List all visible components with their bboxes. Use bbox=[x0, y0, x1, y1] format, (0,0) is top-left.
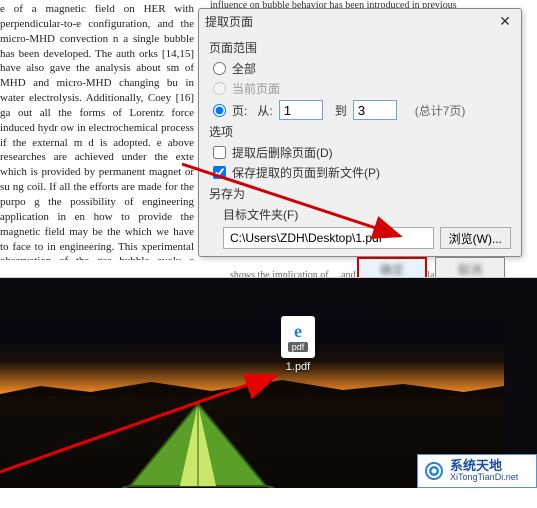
to-label: 到 bbox=[335, 102, 347, 119]
page-range-inputs: 从: 到 (总计7页) bbox=[257, 100, 465, 120]
radio-all-label: 全部 bbox=[232, 60, 256, 77]
radio-current-input bbox=[213, 82, 226, 95]
checkbox-save-input[interactable] bbox=[213, 166, 226, 179]
cancel-button-label: 取消 bbox=[458, 263, 482, 277]
watermark-url: XiTongTianDi.net bbox=[450, 473, 518, 483]
watermark-name: 系统天地 bbox=[450, 459, 518, 473]
dialog-titlebar: 提取页面 ✕ bbox=[199, 9, 521, 33]
checkbox-delete-label: 提取后删除页面(D) bbox=[232, 144, 333, 161]
page-range-label: 页面范围 bbox=[209, 39, 511, 56]
target-folder-label: 目标文件夹(F) bbox=[223, 206, 511, 223]
radio-page-range[interactable]: 页: 从: 到 (总计7页) bbox=[213, 100, 511, 120]
file-label: 1.pdf bbox=[276, 361, 320, 373]
dialog-body: 页面范围 全部 当前页面 页: 从: 到 (总计7页) 选项 bbox=[199, 33, 521, 278]
extract-pages-dialog: 提取页面 ✕ 页面范围 全部 当前页面 页: 从: 到 (总计 bbox=[198, 8, 522, 257]
watermark-badge: 系统天地 XiTongTianDi.net bbox=[417, 454, 537, 488]
total-pages-label: (总计7页) bbox=[415, 102, 466, 119]
radio-all-pages[interactable]: 全部 bbox=[213, 60, 511, 77]
radio-all-input[interactable] bbox=[213, 62, 226, 75]
checkbox-delete-input[interactable] bbox=[213, 146, 226, 159]
dialog-over-pdf-screenshot: e of a magnetic field on HER with perpen… bbox=[0, 0, 537, 278]
desktop-screenshot: e pdf 1.pdf 系统天地 XiTongTianDi.net bbox=[0, 278, 537, 488]
to-page-input[interactable] bbox=[353, 100, 397, 120]
pdf-file-icon[interactable]: e pdf 1.pdf bbox=[276, 316, 320, 373]
radio-page-input[interactable] bbox=[213, 104, 226, 117]
pdf-paragraph: e of a magnetic field on HER with perpen… bbox=[0, 3, 194, 260]
edge-e-icon: e bbox=[294, 322, 302, 340]
pdf-badge: pdf bbox=[288, 342, 309, 352]
watermark-logo-icon bbox=[424, 461, 444, 481]
watermark-text: 系统天地 XiTongTianDi.net bbox=[450, 459, 518, 483]
radio-current-page: 当前页面 bbox=[213, 80, 511, 97]
file-icon-tile: e pdf bbox=[281, 316, 315, 358]
ok-button-label: 确定 bbox=[380, 263, 404, 277]
path-row: 浏览(W)... bbox=[223, 227, 511, 249]
tent-illustration bbox=[120, 398, 276, 488]
dialog-title: 提取页面 bbox=[205, 13, 253, 30]
save-as-group: 另存为 目标文件夹(F) 浏览(W)... bbox=[209, 185, 511, 249]
from-label: 从: bbox=[257, 102, 272, 119]
ok-button[interactable]: 确定 bbox=[357, 257, 427, 278]
checkbox-delete-after[interactable]: 提取后删除页面(D) bbox=[213, 144, 511, 161]
radio-page-label: 页: bbox=[232, 102, 247, 119]
browse-button[interactable]: 浏览(W)... bbox=[440, 227, 511, 249]
save-as-label: 另存为 bbox=[209, 185, 511, 202]
from-page-input[interactable] bbox=[279, 100, 323, 120]
checkbox-save-newfile[interactable]: 保存提取的页面到新文件(P) bbox=[213, 164, 511, 181]
target-path-input[interactable] bbox=[223, 227, 434, 249]
close-icon[interactable]: ✕ bbox=[495, 11, 515, 31]
cancel-button[interactable]: 取消 bbox=[435, 257, 505, 278]
dialog-buttons: 确定 取消 bbox=[209, 257, 511, 278]
pdf-background-text: e of a magnetic field on HER with perpen… bbox=[0, 0, 198, 260]
checkbox-save-label: 保存提取的页面到新文件(P) bbox=[232, 164, 380, 181]
radio-current-label: 当前页面 bbox=[232, 80, 280, 97]
options-label: 选项 bbox=[209, 123, 511, 140]
